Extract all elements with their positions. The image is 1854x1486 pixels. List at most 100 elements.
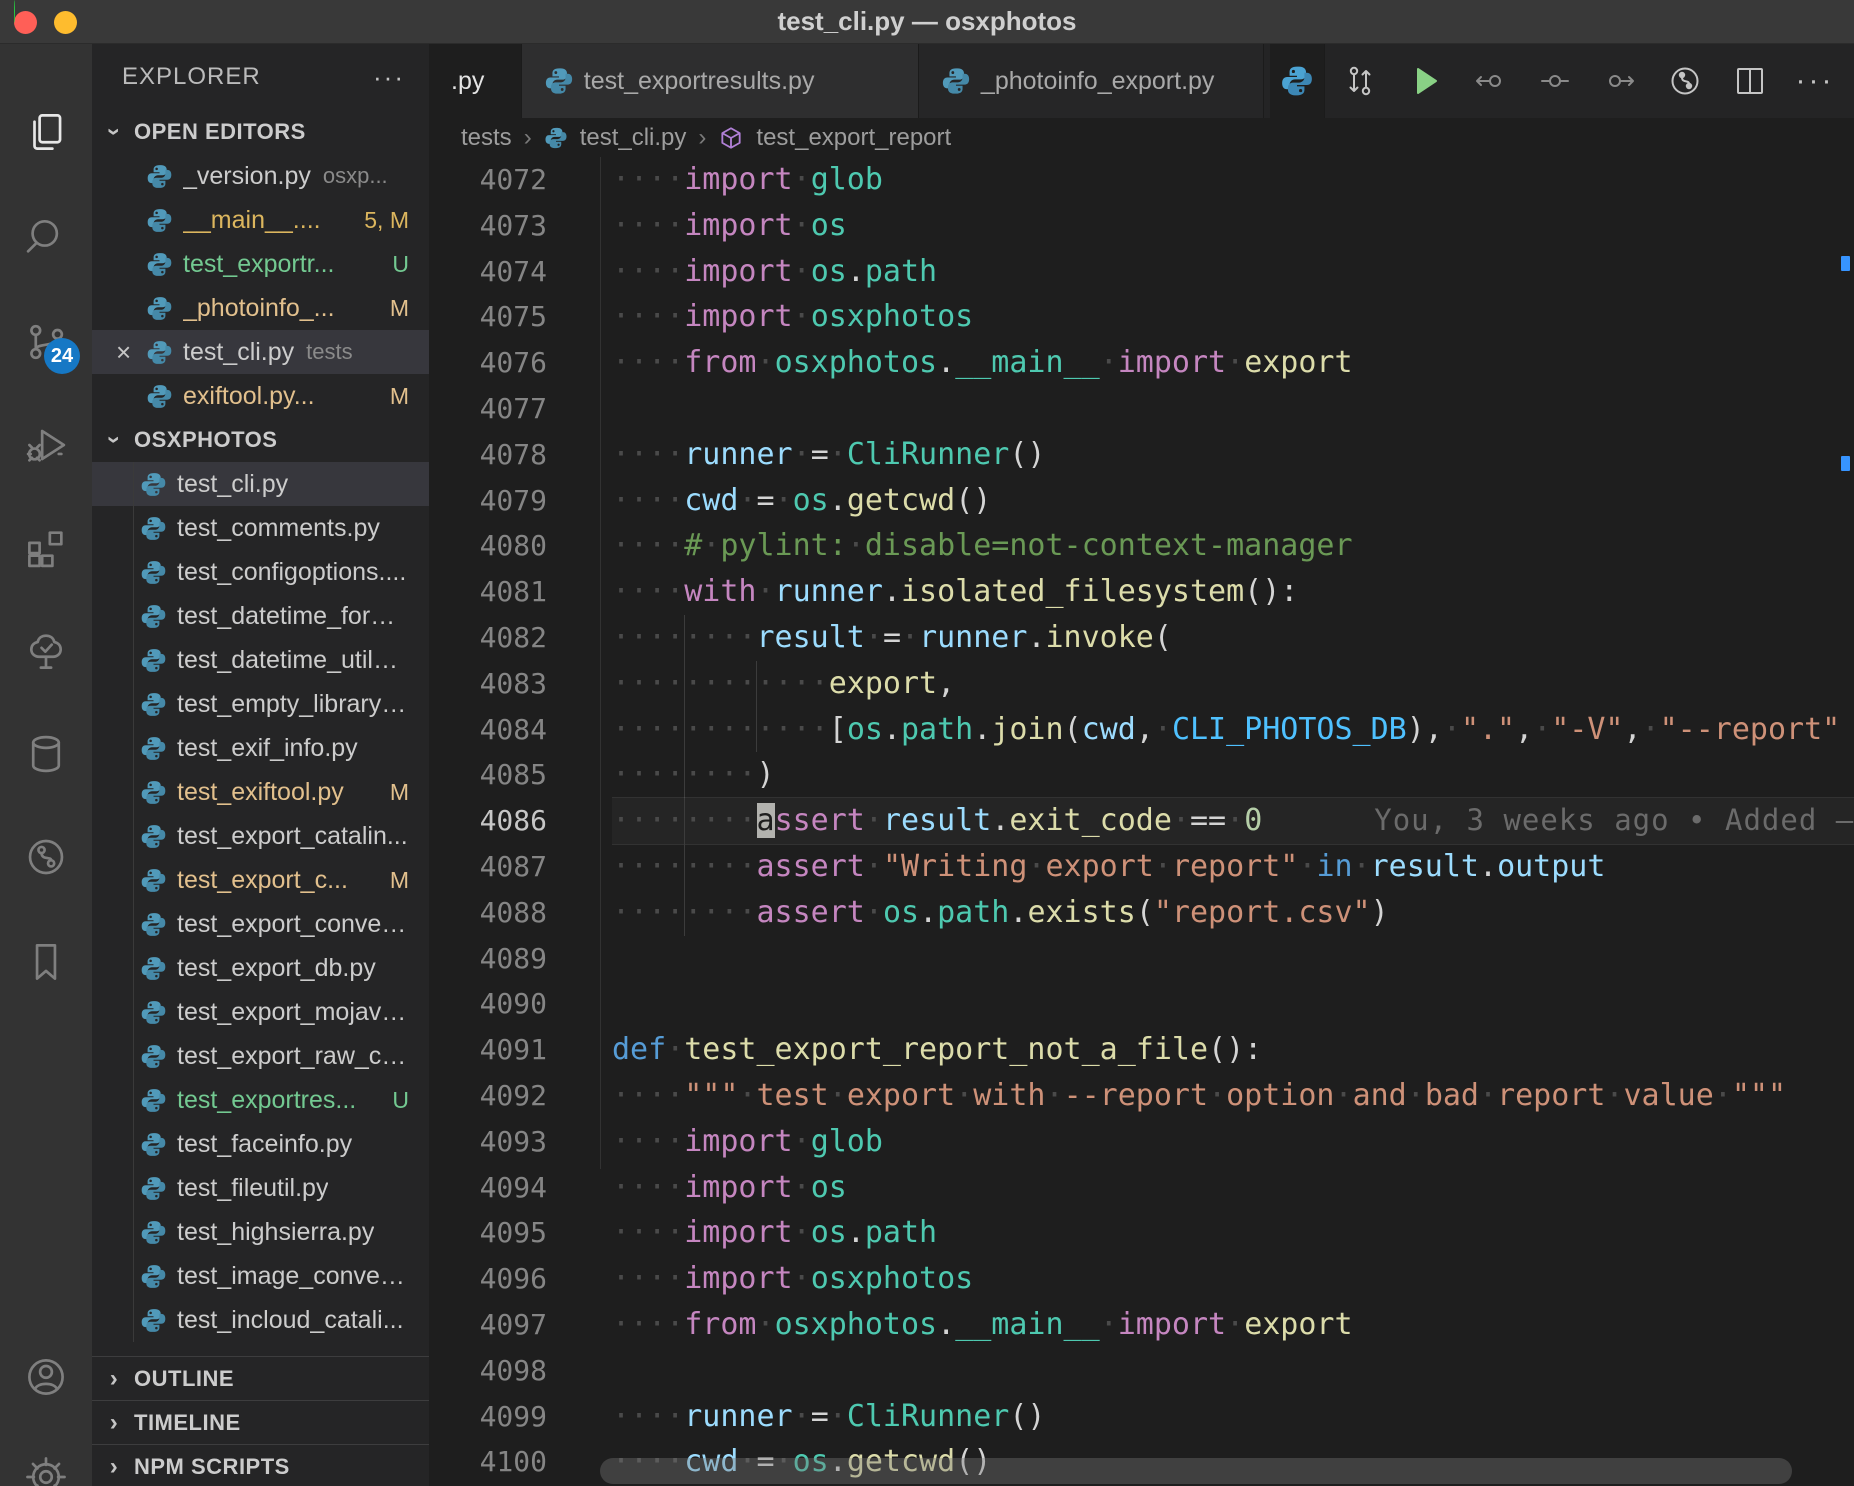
python-extension-tab[interactable]	[1270, 44, 1325, 118]
open-changes-icon[interactable]	[1339, 60, 1381, 102]
open-editor-item[interactable]: test_exportr... U	[92, 242, 429, 286]
tree-item[interactable]: test_comments.py	[92, 506, 429, 550]
code-line[interactable]: 4090	[429, 981, 1854, 1027]
tree-item[interactable]: test_export_c... M	[92, 858, 429, 902]
code-editor[interactable]: 4072 ····import·glob 4073 ····import·os …	[429, 157, 1854, 1486]
code-line[interactable]: 4086 ········assert·result.exit_code·==·…	[429, 798, 1854, 844]
tree-item[interactable]: test_export_conver...	[92, 902, 429, 946]
explorer-more-actions-icon[interactable]: ···	[373, 62, 405, 93]
project-section-header[interactable]: › OSXPHOTOS	[92, 418, 429, 462]
code-line[interactable]: 4099 ····runner·=·CliRunner()	[429, 1394, 1854, 1440]
toggle-blame-icon[interactable]	[1534, 60, 1576, 102]
database-icon[interactable]	[18, 726, 74, 782]
tab-test-exportresults[interactable]: test_exportresults.py	[522, 44, 919, 118]
tree-item[interactable]: test_image_convert...	[92, 1254, 429, 1298]
code-line[interactable]: 4076 ····from·osxphotos.__main__·import·…	[429, 340, 1854, 386]
run-python-file-icon[interactable]	[1404, 60, 1446, 102]
code-line[interactable]: 4072 ····import·glob	[429, 157, 1854, 203]
open-editor-item[interactable]: __main__.... 5, M	[92, 198, 429, 242]
git-blame-annotation: You, 3 weeks ago • Added –	[1374, 803, 1854, 837]
tree-item[interactable]: test_faceinfo.py	[92, 1122, 429, 1166]
tree-item[interactable]: test_exiftool.py M	[92, 770, 429, 814]
tab-photoinfo-export[interactable]: _photoinfo_export.py	[919, 44, 1264, 118]
tree-item[interactable]: test_highsierra.py	[92, 1210, 429, 1254]
tree-item[interactable]: test_configoptions....	[92, 550, 429, 594]
section-header-outline[interactable]: › OUTLINE	[92, 1356, 429, 1400]
code-line[interactable]: 4084 ············[os.path.join(cwd,·CLI_…	[429, 707, 1854, 753]
extensions-icon[interactable]	[18, 520, 74, 576]
breadcrumb-file[interactable]: test_cli.py	[580, 124, 687, 152]
code-line[interactable]: 4091 def·test_export_report_not_a_file()…	[429, 1027, 1854, 1073]
next-change-icon[interactable]	[1599, 60, 1641, 102]
tree-item[interactable]: test_exif_info.py	[92, 726, 429, 770]
open-editors-section-header[interactable]: › OPEN EDITORS	[92, 110, 429, 154]
tree-item[interactable]: test_exportres... U	[92, 1078, 429, 1122]
close-window-button[interactable]	[14, 11, 37, 34]
code-line[interactable]: 4085 ········)	[429, 752, 1854, 798]
breadcrumb-symbol[interactable]: test_export_report	[756, 124, 951, 152]
open-editor-item[interactable]: exiftool.py... M	[92, 374, 429, 418]
tree-item[interactable]: test_export_mojave...	[92, 990, 429, 1034]
python-logo-icon	[1280, 64, 1314, 98]
code-line[interactable]: 4088 ········assert·os.path.exists("repo…	[429, 890, 1854, 936]
code-line[interactable]: 4078 ····runner·=·CliRunner()	[429, 432, 1854, 478]
tree-item[interactable]: test_export_catalin...	[92, 814, 429, 858]
code-line[interactable]: 4098	[429, 1348, 1854, 1394]
minimize-window-button[interactable]	[54, 11, 77, 34]
open-editor-item[interactable]: × test_cli.py tests	[92, 330, 429, 374]
split-editor-icon[interactable]	[1729, 60, 1771, 102]
file-name: test_fileutil.py	[177, 1174, 328, 1203]
code-line[interactable]: 4077	[429, 386, 1854, 432]
account-icon[interactable]	[18, 1349, 74, 1405]
code-line[interactable]: 4074 ····import·os.path	[429, 249, 1854, 295]
open-editor-item[interactable]: _version.py osxp...	[92, 154, 429, 198]
horizontal-scrollbar[interactable]	[600, 1458, 1792, 1484]
code-line[interactable]: 4093 ····import·glob	[429, 1119, 1854, 1165]
search-icon[interactable]	[18, 208, 74, 264]
bookmarks-icon[interactable]	[18, 934, 74, 990]
code-line[interactable]: 4089	[429, 936, 1854, 982]
tree-item[interactable]: test_incloud_catali...	[92, 1298, 429, 1342]
breadcrumb-folder[interactable]: tests	[461, 124, 512, 152]
testing-tree-icon[interactable]	[18, 623, 74, 679]
code-line[interactable]: 4073 ····import·os	[429, 203, 1854, 249]
gitlens-graph-icon[interactable]	[1664, 60, 1706, 102]
more-actions-icon[interactable]: ···	[1794, 60, 1836, 102]
run-and-debug-icon[interactable]	[18, 417, 74, 473]
tree-item[interactable]: test_datetime_form...	[92, 594, 429, 638]
chevron-right-icon: ›	[524, 124, 532, 152]
settings-gear-icon[interactable]	[18, 1449, 74, 1486]
code-line[interactable]: 4096 ····import·osxphotos	[429, 1256, 1854, 1302]
code-line[interactable]: 4095 ····import·os.path	[429, 1210, 1854, 1256]
code-line[interactable]: 4087 ········assert·"Writing·export·repo…	[429, 844, 1854, 890]
section-header-npm-scripts[interactable]: › NPM SCRIPTS	[92, 1444, 429, 1486]
chevron-right-icon: ›	[698, 124, 706, 152]
indent-guide	[756, 707, 757, 753]
code-line[interactable]: 4097 ····from·osxphotos.__main__·import·…	[429, 1302, 1854, 1348]
zoom-window-button[interactable]	[14, 0, 15, 23]
tree-item[interactable]: test_export_raw_ca...	[92, 1034, 429, 1078]
tree-item[interactable]: test_empty_library_...	[92, 682, 429, 726]
code-line[interactable]: 4094 ····import·os	[429, 1165, 1854, 1211]
section-header-timeline[interactable]: › TIMELINE	[92, 1400, 429, 1444]
python-file-icon	[140, 779, 167, 806]
close-icon[interactable]: ×	[116, 337, 146, 368]
tree-item[interactable]: test_fileutil.py	[92, 1166, 429, 1210]
code-line[interactable]: 4083 ············export,	[429, 661, 1854, 707]
code-line[interactable]: 4081 ····with·runner.isolated_filesystem…	[429, 569, 1854, 615]
code-line[interactable]: 4092 ····"""·test·export·with·--report·o…	[429, 1073, 1854, 1119]
tree-item[interactable]: test_export_db.py	[92, 946, 429, 990]
tab-test-cli[interactable]: .py	[429, 44, 522, 118]
code-line[interactable]: 4079 ····cwd·=·os.getcwd()	[429, 478, 1854, 524]
line-number: 4087	[429, 844, 547, 890]
previous-change-icon[interactable]	[1469, 60, 1511, 102]
code-line[interactable]: 4080 ····#·pylint:·disable=not-context-m…	[429, 523, 1854, 569]
code-line[interactable]: 4075 ····import·osxphotos	[429, 294, 1854, 340]
open-editor-item[interactable]: _photoinfo_... M	[92, 286, 429, 330]
tree-item[interactable]: test_datetime_utils....	[92, 638, 429, 682]
explorer-icon[interactable]	[18, 104, 74, 160]
tree-item[interactable]: test_cli.py	[92, 462, 429, 506]
code-line[interactable]: 4082 ········result·=·runner.invoke(	[429, 615, 1854, 661]
source-control-icon[interactable]: 24	[18, 314, 74, 370]
gitlens-icon[interactable]	[18, 829, 74, 885]
